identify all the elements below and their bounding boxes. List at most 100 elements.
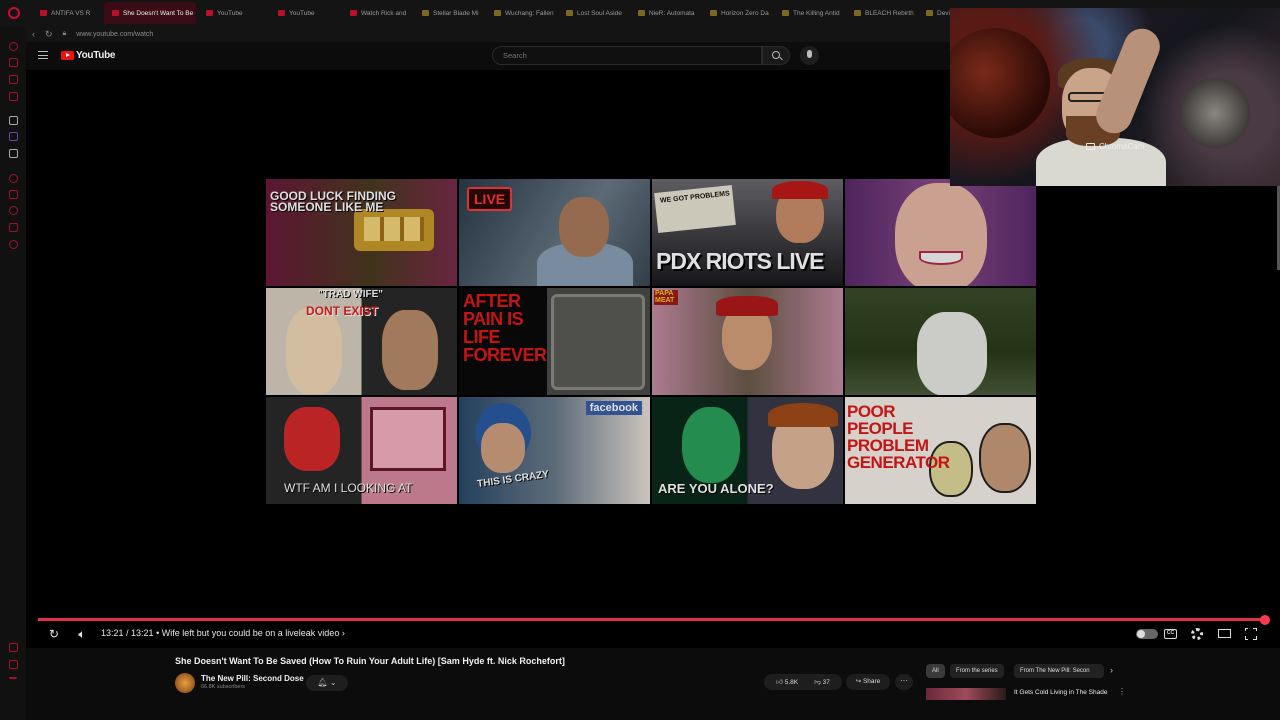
endscreen-video-4[interactable] bbox=[845, 179, 1036, 286]
endscreen-video-10[interactable]: facebook THIS IS CRAZY bbox=[459, 397, 650, 504]
back-icon[interactable]: ‹ bbox=[32, 29, 35, 39]
whatsapp-icon[interactable] bbox=[9, 58, 18, 67]
tab-favicon-icon bbox=[638, 10, 645, 16]
settings-gear-icon[interactable] bbox=[1191, 628, 1203, 640]
captions-icon[interactable]: CC bbox=[1164, 629, 1177, 639]
tab-label: The Killing Antid bbox=[793, 9, 840, 17]
tab-label: NieR: Automata bbox=[649, 9, 695, 17]
endscreen-video-6[interactable]: AFTER PAIN IS LIFE FOREVER bbox=[459, 288, 650, 395]
subway-window-image bbox=[551, 294, 645, 390]
channel-avatar[interactable] bbox=[175, 673, 195, 693]
twitch-icon[interactable] bbox=[9, 132, 18, 141]
extensions-icon[interactable] bbox=[9, 223, 18, 232]
endscreen-video-5[interactable]: "TRAD WIFE" DONT EXIST bbox=[266, 288, 457, 395]
channel-name[interactable]: The New Pill: Second Dose bbox=[201, 674, 304, 683]
chip-all[interactable]: All bbox=[926, 664, 945, 678]
tab-4[interactable]: Watch Rick and bbox=[342, 2, 412, 24]
cartoon-dog-image bbox=[979, 423, 1031, 493]
x-twitter-icon[interactable] bbox=[9, 149, 18, 158]
tab-8[interactable]: NieR: Automata bbox=[630, 2, 700, 24]
notification-bell-button[interactable]: 🔔︎ ⌄ bbox=[306, 675, 348, 691]
replay-icon[interactable]: ↻ bbox=[46, 626, 62, 642]
man-outdoors-image bbox=[917, 312, 987, 395]
tab-5[interactable]: Stellar Blade Mi bbox=[414, 2, 484, 24]
chapter-link[interactable]: • Wife left but you could be on a livele… bbox=[156, 628, 345, 638]
tab-2[interactable]: YouTube bbox=[198, 2, 268, 24]
search-input[interactable] bbox=[492, 46, 762, 65]
search-button[interactable] bbox=[762, 46, 790, 65]
tab-3[interactable]: YouTube bbox=[270, 2, 340, 24]
tab-0[interactable]: ANTIFA VS R bbox=[32, 2, 102, 24]
chip-from-the-series[interactable]: From the series bbox=[950, 664, 1004, 678]
reload-icon[interactable]: ↻ bbox=[45, 29, 53, 40]
webcam-label: ChromaCam bbox=[1086, 142, 1144, 151]
messenger-icon[interactable] bbox=[9, 42, 18, 51]
endscreen-video-3[interactable]: WE GOT PROBLEMS PDX RIOTS LIVE bbox=[652, 179, 843, 286]
bookmarks-icon[interactable] bbox=[9, 92, 18, 101]
voice-search-icon[interactable] bbox=[800, 46, 819, 65]
fullscreen-icon[interactable] bbox=[1244, 627, 1257, 640]
video-title: She Doesn't Want To Be Saved (How To Rui… bbox=[175, 656, 565, 666]
tab-label: Stellar Blade Mi bbox=[433, 9, 479, 17]
settings-icon[interactable] bbox=[9, 240, 18, 249]
autoplay-toggle[interactable] bbox=[1136, 629, 1158, 639]
like-button[interactable]: 👍︎ 5.8K bbox=[776, 678, 798, 686]
clock-icon[interactable] bbox=[9, 206, 18, 215]
tab-favicon-icon bbox=[926, 10, 933, 16]
volume-icon[interactable]: 🔈︎ bbox=[74, 626, 90, 642]
tab-10[interactable]: The Killing Antid bbox=[774, 2, 844, 24]
endscreen-video-8[interactable] bbox=[845, 288, 1036, 395]
endscreen-video-9[interactable]: WTF AM I LOOKING AT bbox=[266, 397, 457, 504]
kebab-menu-icon[interactable]: ⋮ bbox=[1118, 687, 1126, 696]
theater-mode-icon[interactable] bbox=[1218, 629, 1231, 638]
notes-icon[interactable] bbox=[9, 643, 18, 652]
menu-icon[interactable] bbox=[38, 51, 48, 59]
endscreen-video-2[interactable]: LIVE bbox=[459, 179, 650, 286]
red-cap-image bbox=[772, 181, 828, 199]
more-actions-button[interactable]: ··· bbox=[895, 674, 913, 690]
thumbnail-caption: GOOD LUCK FINDING SOMEONE LIKE ME bbox=[270, 189, 396, 215]
endscreen-video-12[interactable]: POOR PEOPLE PROBLEM GENERATOR bbox=[845, 397, 1036, 504]
aria-icon[interactable] bbox=[9, 116, 18, 125]
tab-9[interactable]: Horizon Zero Da bbox=[702, 2, 772, 24]
recommended-video-thumbnail[interactable] bbox=[926, 688, 1006, 700]
recommended-video-title[interactable]: It Gets Cold Living in The Shade bbox=[1014, 689, 1107, 696]
tab-favicon-icon bbox=[350, 10, 357, 16]
screen: ANTIFA VS R She Doesn't Want To Be YouTu… bbox=[0, 0, 1280, 720]
smile-image bbox=[919, 251, 963, 265]
player-icon[interactable] bbox=[9, 190, 18, 199]
share-button[interactable]: ↪ Share bbox=[846, 674, 890, 690]
search-icon bbox=[772, 51, 780, 59]
chevron-down-icon: ⌄ bbox=[329, 678, 337, 687]
more-icon[interactable] bbox=[9, 677, 17, 679]
endscreen-video-1[interactable]: GOOD LUCK FINDING SOMEONE LIKE ME bbox=[266, 179, 457, 286]
tab-label: ANTIFA VS R bbox=[51, 9, 91, 17]
tab-7[interactable]: Lost Soul Aside bbox=[558, 2, 628, 24]
tab-label: YouTube bbox=[217, 9, 243, 17]
youtube-logo[interactable]: YouTube bbox=[61, 50, 116, 61]
dislike-button[interactable]: 👎︎ 37 bbox=[814, 678, 830, 686]
mario-image bbox=[284, 407, 340, 471]
endscreen-video-7[interactable]: PAPA MEAT bbox=[652, 288, 843, 395]
thumbnail-caption: WTF AM I LOOKING AT bbox=[284, 481, 413, 495]
instagram-icon[interactable] bbox=[9, 75, 18, 84]
endscreen-video-11[interactable]: ARE YOU ALONE? bbox=[652, 397, 843, 504]
channel-tag: PAPA MEAT bbox=[654, 290, 678, 306]
tab-label: She Doesn't Want To Be bbox=[123, 9, 194, 17]
green-figure-image bbox=[682, 407, 740, 483]
tab-1-active[interactable]: She Doesn't Want To Be bbox=[104, 2, 196, 24]
like-count: 5.8K bbox=[784, 679, 799, 686]
downloads-icon[interactable] bbox=[9, 660, 18, 669]
tab-favicon-icon bbox=[782, 10, 789, 16]
history-icon[interactable] bbox=[9, 174, 18, 183]
time-text: 13:21 / 13:21 bbox=[101, 628, 154, 638]
progress-bar[interactable] bbox=[38, 618, 1264, 621]
tab-11[interactable]: BLEACH Rebirth bbox=[846, 2, 916, 24]
chevron-right-icon[interactable]: › bbox=[1110, 665, 1113, 675]
tab-6[interactable]: Wuchang: Fallen bbox=[486, 2, 556, 24]
trad-wife-label: "TRAD WIFE" bbox=[318, 289, 384, 300]
opera-logo-icon[interactable] bbox=[8, 7, 20, 19]
dislike-count: 37 bbox=[822, 679, 830, 686]
chip-from-channel[interactable]: From The New Pill: Secon bbox=[1014, 664, 1104, 678]
url-text[interactable]: www.youtube.com/watch bbox=[76, 31, 153, 38]
